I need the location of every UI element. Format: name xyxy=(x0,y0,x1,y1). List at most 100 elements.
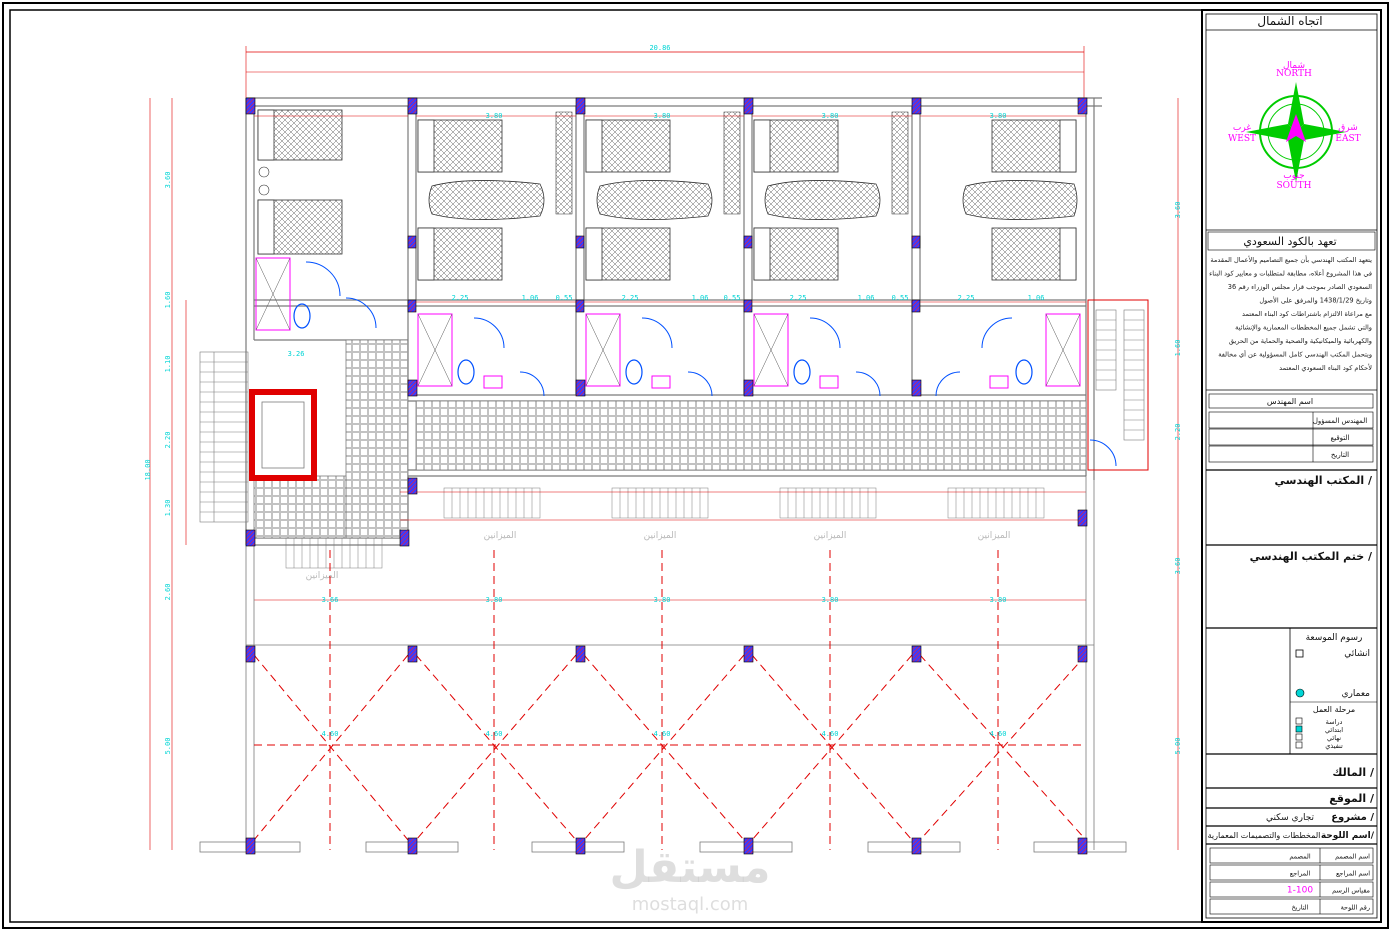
location-label: الموقع / xyxy=(1329,792,1375,805)
column xyxy=(743,379,754,397)
info-row-label: اسم المراجع xyxy=(1336,870,1370,878)
corridor-dim-7: 2.25 xyxy=(790,294,807,302)
mezzanine-label-5: الميزانين xyxy=(306,571,339,581)
engineer-row-3: التاريخ xyxy=(1331,451,1349,459)
north-direction-title: اتجاه الشمال xyxy=(1257,14,1322,28)
mezzanine-label-4: الميزانين xyxy=(978,531,1011,541)
column xyxy=(245,645,256,663)
bay-diagonal-4: 4.60 xyxy=(822,730,839,738)
room-width-label-4: 3.80 xyxy=(990,112,1007,120)
left-dim-7: 5.00 xyxy=(164,738,172,755)
engineer-row-2: التوقيع xyxy=(1331,434,1350,442)
sheet-name-value: المخططات والتصميمات المعمارية xyxy=(1208,831,1321,840)
corridor-dim-11: 1.06 xyxy=(1028,294,1045,302)
right-dim-6: 5.00 xyxy=(1174,738,1182,755)
column xyxy=(1077,509,1088,527)
compass-north-en: NORTH xyxy=(1276,69,1312,79)
undertaking-line: والكهربائية والميكانيكية والصحية والحماي… xyxy=(1229,337,1372,345)
column xyxy=(407,477,418,495)
corridor-dim-2: 1.06 xyxy=(522,294,539,302)
left-dim-2: 1.60 xyxy=(164,292,172,309)
stage-option-label: ابتدائي xyxy=(1325,726,1343,734)
mezzanine-label-3: الميزانين xyxy=(814,531,847,541)
total-height-label: 18.00 xyxy=(144,459,152,480)
column xyxy=(407,645,418,663)
room-width-label-3: 3.80 xyxy=(822,112,839,120)
top-dimension: 20.86 xyxy=(245,44,1085,98)
room-width-label-2: 3.80 xyxy=(654,112,671,120)
info-row-value: 1-100 xyxy=(1287,886,1313,896)
checkbox-structural[interactable] xyxy=(1295,649,1304,658)
watermark-url: mostaql.com xyxy=(632,894,749,915)
engineer-name-label: اسم المهندس xyxy=(1267,397,1313,406)
info-row-value: التاريخ xyxy=(1292,904,1309,912)
left-stair xyxy=(199,351,249,523)
compass-west-en: WEST xyxy=(1228,134,1256,144)
checkbox-architectural[interactable] xyxy=(1295,688,1305,698)
corridor-tiles xyxy=(415,400,1087,471)
compass-east-ar: شرق xyxy=(1338,123,1358,133)
stage-option-label: تنفيذي xyxy=(1325,742,1343,750)
info-row-label: رقم اللوحة xyxy=(1341,904,1370,912)
drawings-heading: رسوم الموسعة xyxy=(1306,633,1363,643)
left-dimensions xyxy=(149,98,187,850)
landing-tiles xyxy=(253,475,347,539)
undertaking-line: في هذا المشروع أعلاه، مطابقة لمتطلبات و … xyxy=(1209,269,1372,278)
undertaking-line: ويتحمل المكتب الهندسي كامل المسؤولية عن … xyxy=(1218,350,1372,359)
stage-option-label: دراسة xyxy=(1326,718,1343,726)
owner-label: المالك / xyxy=(1332,766,1375,779)
column xyxy=(911,837,922,855)
column xyxy=(575,837,586,855)
type-option-structural: انشائي xyxy=(1344,649,1370,659)
column xyxy=(743,645,754,663)
column xyxy=(575,97,586,115)
corridor-dim-3: 0.55 xyxy=(556,294,573,302)
column xyxy=(407,837,418,855)
watermark-brand: مستقل xyxy=(610,842,771,893)
bay-diagonal-5: 4.60 xyxy=(990,730,1007,738)
corridor-dim-10: 2.25 xyxy=(958,294,975,302)
mezzanine-label-2: الميزانين xyxy=(644,531,677,541)
compass-east-en: EAST xyxy=(1335,134,1360,144)
right-dim-3: 2.20 xyxy=(1174,424,1182,441)
column xyxy=(575,235,585,249)
column xyxy=(911,235,921,249)
column xyxy=(911,299,921,313)
sheet-name-label: اسم اللوحة/ xyxy=(1321,831,1375,841)
column xyxy=(1077,97,1088,115)
right-stair xyxy=(1087,299,1149,471)
bay-diagonal-1: 4.60 xyxy=(322,730,339,738)
info-row-value: المصمم xyxy=(1289,853,1310,861)
stage-checkbox[interactable] xyxy=(1295,717,1303,725)
stage-checkbox[interactable] xyxy=(1295,733,1303,741)
column xyxy=(911,645,922,663)
stage-checkbox[interactable] xyxy=(1295,725,1303,733)
info-row-value: المراجع xyxy=(1290,870,1311,878)
overall-width-label: 20.86 xyxy=(649,44,670,52)
title-block: اتجاه الشمال شمال NORTH غرب WEST شرق EAS… xyxy=(1201,9,1382,923)
column xyxy=(245,837,256,855)
stair-dim: 3.26 xyxy=(288,350,305,358)
corridor-dim-5: 1.06 xyxy=(692,294,709,302)
corridor-dim-8: 1.06 xyxy=(858,294,875,302)
bay-diagonal-3: 4.60 xyxy=(654,730,671,738)
room-1 xyxy=(257,109,343,255)
column xyxy=(743,235,753,249)
office-stamp-label: ختم المكتب الهندسي / xyxy=(1250,550,1373,563)
column xyxy=(399,529,410,547)
left-dim-1: 3.60 xyxy=(164,172,172,189)
column xyxy=(245,97,256,115)
architectural-floor-plan-sheet: 20.86 الميزانين الميزانين الميزانين المي… xyxy=(2,2,1389,929)
bay-diagonal-2: 4.60 xyxy=(486,730,503,738)
corridor-dim-6: 0.55 xyxy=(724,294,741,302)
office-label: المكتب الهندسي / xyxy=(1275,474,1373,487)
info-row-label: اسم المصمم xyxy=(1335,853,1370,861)
stage-option-label: نهائي xyxy=(1327,734,1341,742)
project-value: تجاري سكني xyxy=(1266,813,1315,823)
stage-heading: مرحلة العمل xyxy=(1313,705,1355,714)
stage-checkbox[interactable] xyxy=(1295,741,1303,749)
project-label: مشروع / xyxy=(1331,812,1374,823)
undertaking-line: وتاريخ 1438/1/29 والمرفق على الأصول xyxy=(1259,296,1372,305)
compass-west-ar: غرب xyxy=(1233,123,1251,133)
column xyxy=(1077,645,1088,663)
